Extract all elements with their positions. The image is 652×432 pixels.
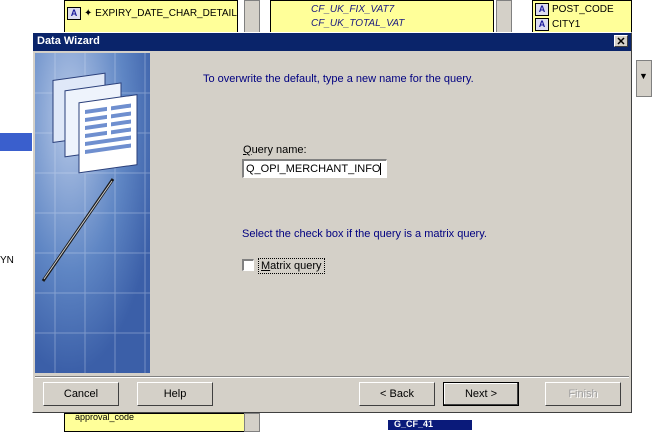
query-name-input[interactable]: Q_OPI_MERCHANT_INFO [242,159,387,178]
background-field-approval: approval_code [75,412,135,422]
next-button[interactable]: Next > [443,382,519,406]
background-selection-bar [0,133,32,151]
data-wizard-dialog: Data Wizard ✕ To overwrite the default, … [32,32,632,413]
background-block-approval: approval_code [64,412,246,432]
finish-button: Finish [545,382,621,406]
back-button[interactable]: < Back [359,382,435,406]
background-scrollbar-3 [244,413,260,432]
overwrite-instruction: To overwrite the default, type a new nam… [203,73,474,85]
cancel-button[interactable]: Cancel [43,382,119,406]
background-block-vat: CF_UK_FIX_VAT7 CF_UK_TOTAL_VAT [270,0,494,34]
background-block-post: A POST_CODE A CITY1 [532,0,632,34]
arrow-down-icon: ▼ [639,71,648,81]
wizard-side-image [35,53,150,373]
text-cursor [380,163,382,176]
background-left-strip [0,0,32,430]
background-field-expiry: EXPIRY_DATE_CHAR_DETAIL [95,8,237,20]
background-scrollbar-1 [244,0,260,34]
background-group-header: G_CF_41 [388,419,472,430]
close-icon: ✕ [616,36,626,48]
help-button[interactable]: Help [137,382,213,406]
field-type-icon: A [535,18,549,31]
query-name-label: Query name: [243,144,307,156]
background-scroll-down-button: ▼ [636,60,652,97]
field-type-icon: A [67,7,81,20]
background-block-expiry: A ✦ EXPIRY_DATE_CHAR_DETAIL [64,0,238,34]
background-field-city: CITY1 [552,19,581,31]
background-left-text: YN [0,255,14,266]
matrix-query-label[interactable]: Matrix query [258,258,325,274]
background-field-total-vat: CF_UK_TOTAL_VAT [311,18,405,29]
dialog-titlebar[interactable]: Data Wizard ✕ [33,33,631,51]
matrix-instruction: Select the check box if the query is a m… [242,228,487,240]
background-field-vat7: CF_UK_FIX_VAT7 [311,4,395,15]
close-button[interactable]: ✕ [614,35,628,48]
background-scrollbar-2 [496,0,512,34]
field-arrow-icon: ✦ [84,8,96,20]
button-separator [35,376,629,378]
background-field-post-code: POST_CODE [552,4,614,16]
wizard-illustration-icon [35,53,150,373]
matrix-query-checkbox[interactable] [242,259,254,271]
wizard-content: To overwrite the default, type a new nam… [151,53,629,373]
dialog-title: Data Wizard [37,35,100,47]
field-type-icon: A [535,3,549,16]
